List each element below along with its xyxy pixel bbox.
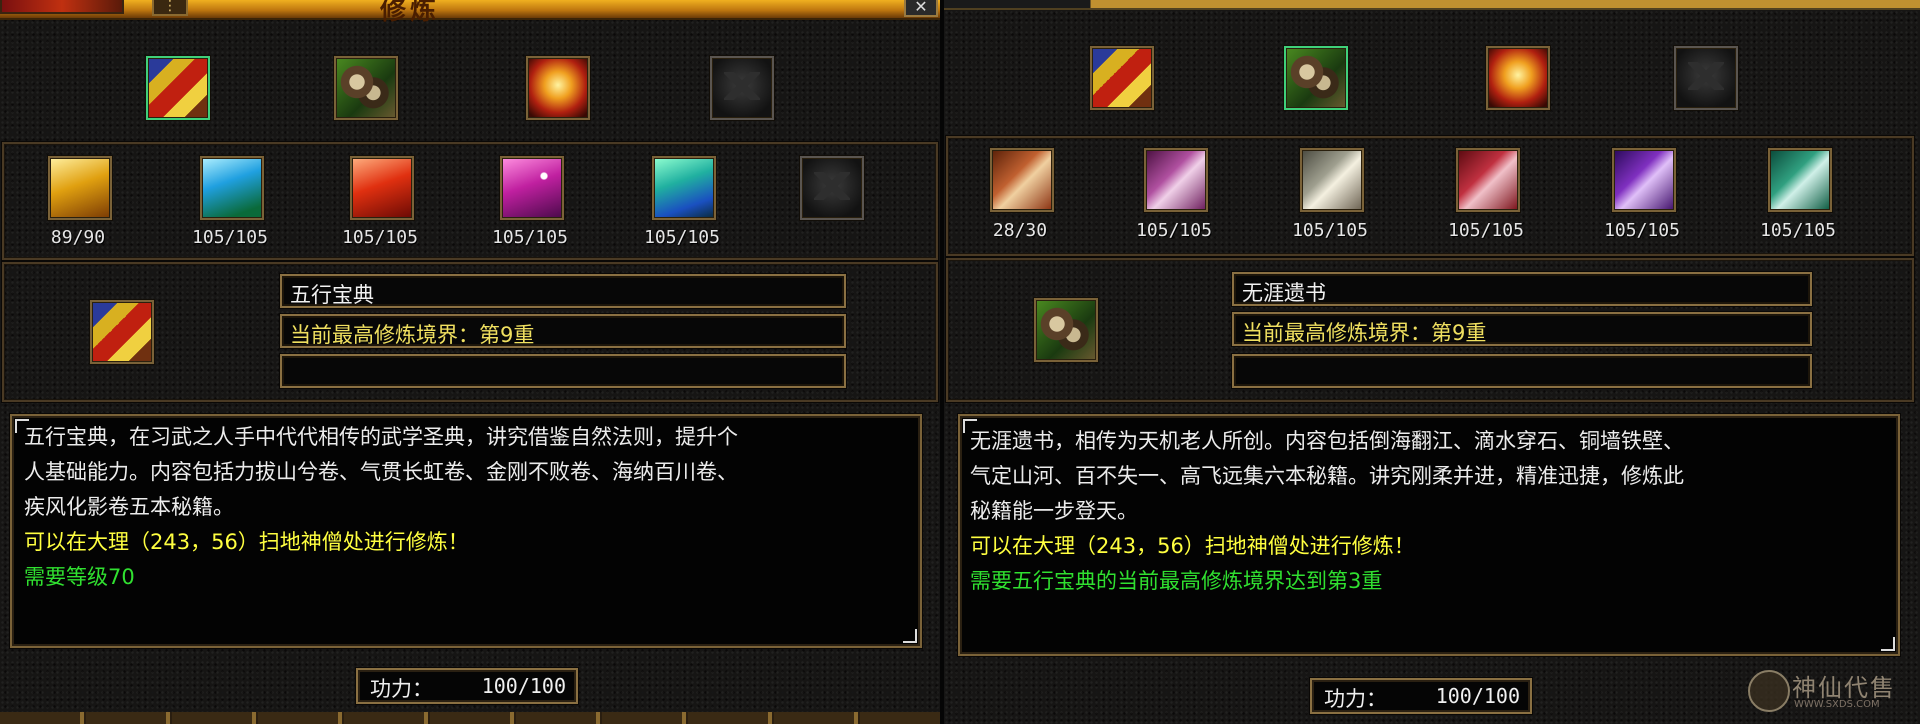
skill-level: 28/30 <box>992 220 1048 241</box>
skill-level: 105/105 <box>644 227 720 248</box>
empty-slot-icon[interactable] <box>1674 46 1738 110</box>
power-label: 功力： <box>1324 687 1387 711</box>
golden-scroll-icon[interactable] <box>526 56 590 120</box>
realm-text: 当前最高修炼境界：第9重 <box>1242 321 1487 345</box>
power-field: 功力： 100/100 <box>1310 678 1532 714</box>
realm-text: 当前最高修炼境界：第9重 <box>290 323 535 347</box>
window-title: 修炼 <box>380 0 441 26</box>
requirement-text: 需要五行宝典的当前最高修炼境界达到第3重 <box>970 569 1383 593</box>
skill-name: 无涯遗书 <box>1242 281 1326 305</box>
skill-name-field: 无涯遗书 <box>1232 272 1812 306</box>
book-icon[interactable] <box>1090 46 1154 110</box>
book-icon[interactable] <box>146 56 210 120</box>
description-box: 无涯遗书，相传为天机老人所创。内容包括倒海翻江、滴水穿石、铜墙铁壁、 气定山河、… <box>958 414 1900 656</box>
watermark-name: 神仙代售 <box>1792 674 1896 702</box>
power-label: 功力： <box>370 677 433 701</box>
description-box: 五行宝典，在习武之人手中代代相传的武学圣典，讲究借鉴自然法则，提升个 人基础能力… <box>10 414 922 648</box>
skill-name: 五行宝典 <box>290 283 374 307</box>
purple-scroll-icon[interactable] <box>1144 148 1208 212</box>
description-line: 五行宝典，在习武之人手中代代相传的武学圣典，讲究借鉴自然法则，提升个 <box>24 425 738 449</box>
power-value: 100/100 <box>481 674 566 698</box>
blue-book-icon[interactable] <box>200 156 264 220</box>
skill-level: 105/105 <box>1292 220 1368 241</box>
scroll-bundle-icon[interactable] <box>334 56 398 120</box>
scroll-bundle-icon[interactable] <box>1284 46 1348 110</box>
power-value: 100/100 <box>1435 684 1520 708</box>
skill-level: 105/105 <box>1760 220 1836 241</box>
extra-field <box>280 354 846 388</box>
description-line: 气定山河、百不失一、高飞远集六本秘籍。讲究刚柔并进，精准迅捷，修炼此 <box>970 464 1684 488</box>
empty-slot-icon[interactable] <box>800 156 864 220</box>
location-text: 可以在大理（243，56）扫地神僧处进行修炼！ <box>24 530 469 554</box>
book-icon <box>90 300 154 364</box>
watermark-logo-icon <box>1748 670 1790 712</box>
skill-level: 89/90 <box>50 227 106 248</box>
bottom-tab-strip[interactable] <box>0 712 940 724</box>
green-scroll-icon[interactable] <box>1768 148 1832 212</box>
orange-scroll-icon[interactable] <box>990 148 1054 212</box>
realm-field: 当前最高修炼境界：第9重 <box>1232 312 1812 346</box>
description-line: 人基础能力。内容包括力拔山兮卷、气贯长虹卷、金刚不败卷、海纳百川卷、 <box>24 460 738 484</box>
extra-field <box>1232 354 1812 388</box>
red-book-icon[interactable] <box>350 156 414 220</box>
requirement-text: 需要等级70 <box>24 565 135 589</box>
skill-level: 105/105 <box>1604 220 1680 241</box>
empty-slot-icon[interactable] <box>710 56 774 120</box>
sub-skills-frame <box>2 142 938 260</box>
cultivation-window-left: ⋮ 修炼 ✕ 89/90 105/105 105/105 105/105 105… <box>0 0 940 724</box>
yellow-book-icon[interactable] <box>48 156 112 220</box>
watermark: 神仙代售 WWW.SXDS.COM <box>1748 668 1908 716</box>
title-bar[interactable] <box>944 0 1920 10</box>
white-scroll-icon[interactable] <box>1300 148 1364 212</box>
description-text: 无涯遗书，相传为天机老人所创。内容包括倒海翻江、滴水穿石、铜墙铁壁、 气定山河、… <box>970 424 1684 599</box>
skill-level: 105/105 <box>192 227 268 248</box>
pink-book-icon[interactable] <box>500 156 564 220</box>
description-text: 五行宝典，在习武之人手中代代相传的武学圣典，讲究借鉴自然法则，提升个 人基础能力… <box>24 420 738 595</box>
skill-level: 105/105 <box>1448 220 1524 241</box>
teal-book-icon[interactable] <box>652 156 716 220</box>
skill-level: 105/105 <box>492 227 568 248</box>
cultivation-window-right: 28/30 105/105 105/105 105/105 105/105 10… <box>944 0 1920 724</box>
location-text: 可以在大理（243，56）扫地神僧处进行修炼！ <box>970 534 1415 558</box>
skill-level: 105/105 <box>342 227 418 248</box>
title-bar[interactable]: ⋮ 修炼 ✕ <box>0 0 940 26</box>
description-line: 秘籍能一步登天。 <box>970 499 1138 523</box>
description-line: 疾风化影卷五本秘籍。 <box>24 495 234 519</box>
menu-icon[interactable]: ⋮ <box>152 0 188 16</box>
watermark-url: WWW.SXDS.COM <box>1794 699 1880 710</box>
golden-scroll-icon[interactable] <box>1486 46 1550 110</box>
description-line: 无涯遗书，相传为天机老人所创。内容包括倒海翻江、滴水穿石、铜墙铁壁、 <box>970 429 1684 453</box>
violet-scroll-icon[interactable] <box>1612 148 1676 212</box>
realm-field: 当前最高修炼境界：第9重 <box>280 314 846 348</box>
skill-name-field: 五行宝典 <box>280 274 846 308</box>
scroll-bundle-icon <box>1034 298 1098 362</box>
skill-level: 105/105 <box>1136 220 1212 241</box>
window-corner-icon <box>0 0 124 14</box>
red-scroll-icon[interactable] <box>1456 148 1520 212</box>
close-icon[interactable]: ✕ <box>904 0 938 17</box>
power-field: 功力： 100/100 <box>356 668 578 704</box>
